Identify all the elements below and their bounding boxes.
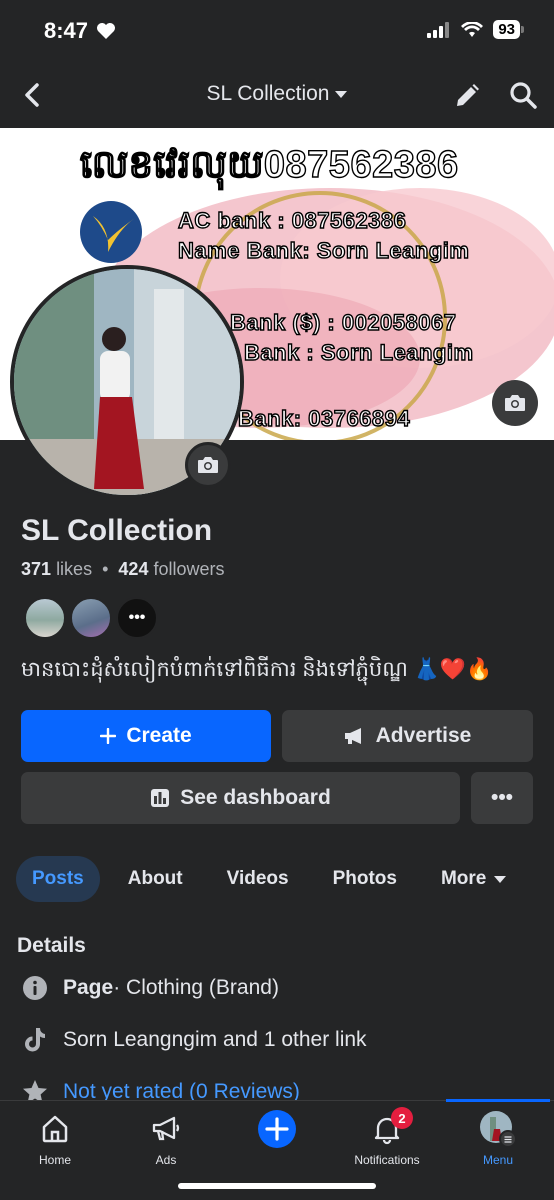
search-icon[interactable] xyxy=(508,80,538,110)
cover-camera-button[interactable] xyxy=(492,380,538,426)
likes-count: 371 xyxy=(21,559,52,579)
home-indicator-bar xyxy=(178,1183,376,1189)
status-indicators: 93 xyxy=(427,20,524,39)
top-nav-bar: SL Collection xyxy=(0,62,554,128)
page-name: SL Collection xyxy=(21,514,213,547)
dashboard-icon xyxy=(150,788,170,808)
advertise-button[interactable]: Advertise xyxy=(282,710,533,762)
create-button[interactable]: Create xyxy=(21,710,271,762)
plus-icon xyxy=(100,728,117,744)
more-avatars-button[interactable]: ••• xyxy=(116,597,158,639)
links-text: Sorn Leangngim and 1 other link xyxy=(63,1028,367,1051)
info-icon xyxy=(21,974,49,1002)
active-tab-indicator xyxy=(446,1099,550,1102)
page-title: SL Collection xyxy=(206,82,330,105)
cover-bank-text: Bank: 03766894 xyxy=(237,405,411,431)
page-category: · Clothing (Brand) xyxy=(113,976,279,999)
page-bio: មានបោះដុំសំលៀកបំពាក់ទៅពិធីការ និងទៅភ្ជុំ… xyxy=(21,658,493,681)
tab-photos[interactable]: Photos xyxy=(317,856,413,902)
edit-pencil-icon[interactable] xyxy=(452,81,482,111)
tiktok-icon xyxy=(21,1026,49,1054)
more-options-button[interactable]: ••• xyxy=(471,772,533,824)
likes-label: likes xyxy=(56,559,93,579)
heart-icon xyxy=(97,23,115,39)
caret-down-icon xyxy=(494,875,507,883)
tab-about[interactable]: About xyxy=(112,856,199,902)
cover-bank-name-text: Bank : Sorn Leangim xyxy=(243,339,474,365)
advertise-label: Advertise xyxy=(375,724,472,747)
megaphone-icon xyxy=(152,1116,180,1141)
cover-bank-usd-text: Bank ($) : 002058067 xyxy=(229,309,457,335)
page-type-label: Page xyxy=(63,976,114,999)
wifi-icon xyxy=(461,21,484,37)
menu-label: Menu xyxy=(482,1153,514,1167)
tab-more-label: More xyxy=(440,868,487,889)
status-bar: 8:47 93 xyxy=(0,0,554,62)
bottom-nav-notifications[interactable]: 2 Notifications xyxy=(337,1107,437,1167)
home-icon xyxy=(42,1115,68,1143)
tab-posts[interactable]: Posts xyxy=(16,856,100,902)
bottom-nav-menu[interactable]: Menu xyxy=(448,1109,548,1167)
cover-account-text: AC bank : 087562386 xyxy=(177,207,407,233)
detail-links[interactable]: Sorn Leangngim and 1 other link xyxy=(21,1026,367,1054)
tab-more[interactable]: More xyxy=(425,856,522,902)
notifications-badge: 2 xyxy=(391,1107,413,1129)
ads-label: Ads xyxy=(155,1153,177,1167)
battery-indicator: 93 xyxy=(493,20,524,39)
detail-page-category: Page · Clothing (Brand) xyxy=(21,974,279,1002)
caret-down-icon xyxy=(335,90,348,98)
signal-icon xyxy=(427,21,450,38)
see-dashboard-button[interactable]: See dashboard xyxy=(21,772,460,824)
status-time: 8:47 xyxy=(44,18,89,43)
stats-separator: • xyxy=(102,559,109,579)
notifications-label: Notifications xyxy=(354,1153,420,1167)
cover-phone-text: លេខវេរលុយ087562386 xyxy=(79,143,459,186)
follower-avatars[interactable]: ••• xyxy=(24,597,162,639)
details-heading: Details xyxy=(17,934,86,957)
profile-camera-button[interactable] xyxy=(185,442,231,488)
menu-avatar-icon xyxy=(480,1111,517,1148)
tab-videos[interactable]: Videos xyxy=(211,856,305,902)
avatar xyxy=(24,597,66,639)
profile-tabs: Posts About Videos Photos More xyxy=(16,856,534,902)
followers-label: followers xyxy=(153,559,225,579)
avatar xyxy=(70,597,112,639)
bottom-nav-home[interactable]: Home xyxy=(5,1109,105,1167)
bottom-nav-create[interactable] xyxy=(227,1109,327,1149)
camera-icon xyxy=(198,457,218,473)
page-stats[interactable]: 371 likes • 424 followers xyxy=(21,559,225,580)
cover-name-text: Name Bank: Sorn Leangim xyxy=(177,237,470,263)
followers-count: 424 xyxy=(118,559,149,579)
megaphone-icon xyxy=(344,727,366,745)
bottom-nav-ads[interactable]: Ads xyxy=(116,1109,216,1167)
see-dashboard-label: See dashboard xyxy=(180,786,331,809)
home-label: Home xyxy=(38,1153,71,1167)
camera-icon xyxy=(505,395,525,411)
create-label: Create xyxy=(126,724,192,747)
create-plus-icon xyxy=(258,1110,296,1148)
